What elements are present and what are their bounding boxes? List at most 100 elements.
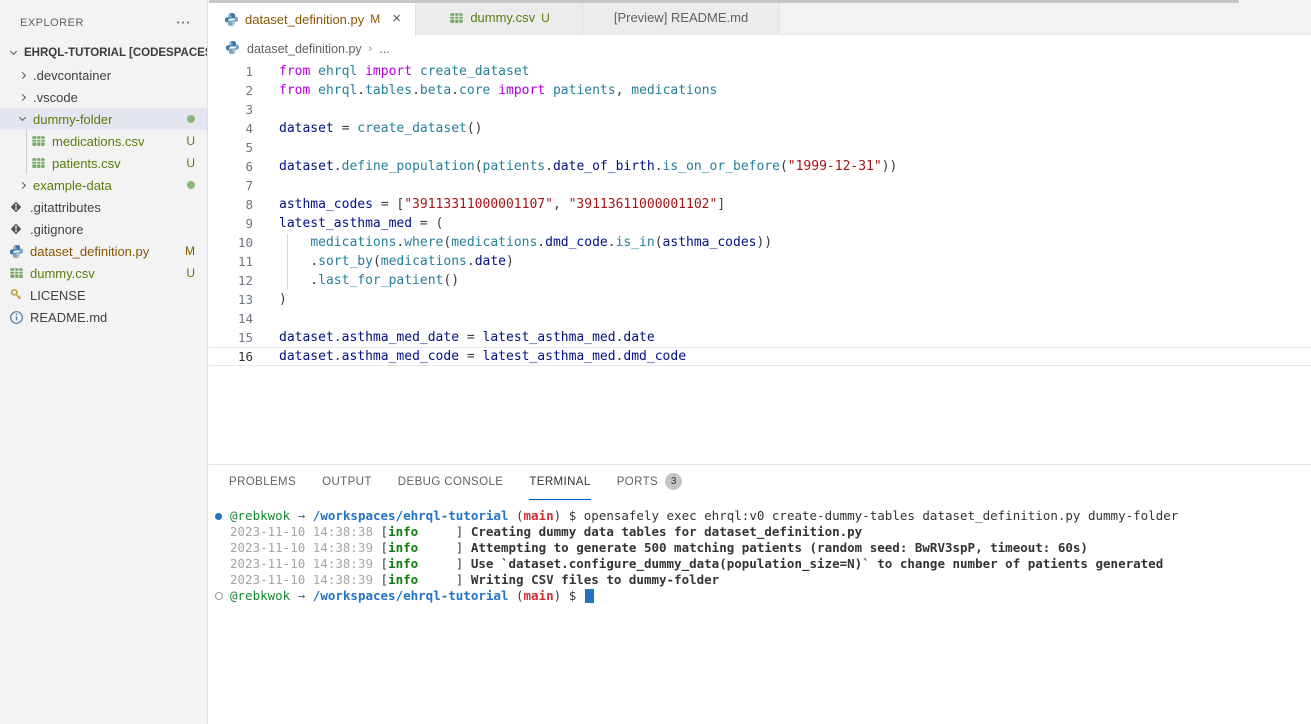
code-editor[interactable]: 1from ehrql import create_dataset2from e… [209, 62, 1311, 464]
line-number: 14 [209, 309, 253, 328]
line-number: 11 [209, 252, 253, 271]
file-tree-item-.vscode[interactable]: .vscode [0, 86, 207, 108]
file-tree-item-dummy.csv[interactable]: dummy.csv U [0, 262, 207, 284]
indent-guide [287, 234, 288, 290]
panel-tab-debug-console[interactable]: DEBUG CONSOLE [398, 465, 504, 500]
file-tree: .devcontainer.vscode dummy-folder medicati… [0, 64, 207, 328]
file-tree-item-.devcontainer[interactable]: .devcontainer [0, 64, 207, 86]
file-tree-item-patients.csv[interactable]: patients.csvU [0, 152, 207, 174]
line-content [253, 138, 279, 157]
license-file-icon [8, 287, 24, 303]
file-name: dummy-folder [33, 112, 112, 127]
line-content: from ehrql.tables.beta.core import patie… [253, 81, 717, 100]
line-content: dataset.asthma_med_code = latest_asthma_… [253, 347, 686, 366]
git-file-icon [8, 199, 24, 215]
git-status-badge: U [186, 266, 195, 280]
line-content: medications.where(medications.dmd_code.i… [253, 233, 772, 252]
line-number: 1 [209, 62, 253, 81]
tab-git-status-badge: U [541, 11, 550, 25]
csv-file-icon [8, 265, 24, 281]
terminal-line: 2023-11-10 14:38:39 [info ] Use `dataset… [215, 556, 1311, 572]
breadcrumb-file[interactable]: dataset_definition.py [247, 42, 362, 56]
line-content [253, 176, 279, 195]
python-file-icon [8, 243, 24, 259]
code-line-15: 15dataset.asthma_med_date = latest_asthm… [209, 328, 1311, 347]
git-changes-dot-badge [187, 115, 195, 123]
breadcrumb[interactable]: dataset_definition.py › ... [209, 36, 1311, 62]
tab-label: [Preview] README.md [614, 10, 748, 25]
git-changes-dot-badge [187, 181, 195, 189]
tab-bar-scrollbar[interactable] [209, 0, 1239, 3]
git-status-badge: U [186, 134, 195, 148]
chevron-right-icon [19, 93, 26, 100]
panel-tab-problems[interactable]: PROBLEMS [229, 465, 296, 500]
file-name: .gitignore [30, 222, 83, 237]
git-badge-column: U [186, 156, 207, 170]
file-tree-item-dummy-folder[interactable]: dummy-folder [0, 108, 207, 130]
file-tree-item-.gitignore[interactable]: .gitignore [0, 218, 207, 240]
panel-tab-label: DEBUG CONSOLE [398, 476, 504, 488]
file-name: example-data [33, 178, 112, 193]
line-number: 10 [209, 233, 253, 252]
line-content: asthma_codes = ["39113311000001107", "39… [253, 195, 725, 214]
breadcrumb-separator-icon: › [369, 43, 373, 55]
panel-tab-label: PORTS [617, 476, 658, 488]
code-line-13: 13) [209, 290, 1311, 309]
git-status-badge: U [186, 156, 195, 170]
git-status-badge: M [185, 244, 195, 258]
file-tree-item-dataset-definition.py[interactable]: dataset_definition.py M [0, 240, 207, 262]
git-badge-column: U [186, 266, 207, 280]
code-line-1: 1from ehrql import create_dataset [209, 62, 1311, 81]
ports-count-badge: 3 [665, 473, 682, 490]
line-content [253, 309, 279, 328]
terminal[interactable]: @rebkwok → /workspaces/ehrql-tutorial (m… [209, 500, 1311, 604]
file-tree-item-readme.md[interactable]: README.md [0, 306, 207, 328]
tab--preview--readme.md[interactable]: [Preview] README.md [583, 0, 780, 35]
breadcrumb-more[interactable]: ... [379, 42, 389, 56]
terminal-line: @rebkwok → /workspaces/ehrql-tutorial (m… [215, 508, 1311, 524]
code-line-10: 10 medications.where(medications.dmd_cod… [209, 233, 1311, 252]
sidebar-explorer: EXPLORER ⋯ EHRQL-TUTORIAL [CODESPACES:..… [0, 0, 208, 724]
more-actions-icon[interactable]: ⋯ [176, 18, 192, 28]
tab-dataset-definition.py[interactable]: dataset_definition.pyM× [209, 0, 416, 36]
git-badge-column [187, 181, 207, 189]
workspace-root-label: EHRQL-TUTORIAL [CODESPACES:... [24, 47, 207, 59]
file-tree-item-medications.csv[interactable]: medications.csvU [0, 130, 207, 152]
csv-file-icon [30, 133, 46, 149]
line-number: 8 [209, 195, 253, 214]
close-tab-icon[interactable]: × [392, 13, 401, 25]
file-tree-item-.gitattributes[interactable]: .gitattributes [0, 196, 207, 218]
line-number: 2 [209, 81, 253, 100]
chevron-down-icon [19, 114, 26, 121]
line-number: 15 [209, 328, 253, 347]
code-line-16: 16dataset.asthma_med_code = latest_asthm… [209, 347, 1311, 366]
python-icon [225, 40, 240, 58]
explorer-header: EXPLORER ⋯ [0, 0, 207, 42]
chevron-right-icon [19, 71, 26, 78]
bottom-panel: PROBLEMS OUTPUT DEBUG CONSOLE TERMINAL PORTS… [209, 464, 1311, 724]
panel-tab-output[interactable]: OUTPUT [322, 465, 372, 500]
line-number: 12 [209, 271, 253, 290]
tabs-container: dataset_definition.pyM×dummy.csvU [Previe… [209, 0, 780, 34]
command-decoration-icon [215, 508, 230, 524]
terminal-line: 2023-11-10 14:38:38 [info ] Creating dum… [215, 524, 1311, 540]
chevron-right-icon [19, 181, 26, 188]
editor-tab-bar: dataset_definition.pyM×dummy.csvU [Previe… [209, 0, 1311, 35]
python-icon [223, 11, 239, 27]
code-line-8: 8asthma_codes = ["39113311000001107", "3… [209, 195, 1311, 214]
tab-dummy.csv[interactable]: dummy.csvU [416, 0, 583, 35]
file-tree-item-example-data[interactable]: example-data [0, 174, 207, 196]
file-tree-item-license[interactable]: LICENSE [0, 284, 207, 306]
panel-tab-terminal[interactable]: TERMINAL [529, 465, 590, 500]
line-number: 7 [209, 176, 253, 195]
code-line-7: 7 [209, 176, 1311, 195]
file-name: dataset_definition.py [30, 244, 149, 259]
workspace-root-folder[interactable]: EHRQL-TUTORIAL [CODESPACES:... [0, 42, 207, 64]
line-number: 13 [209, 290, 253, 309]
terminal-line: 2023-11-10 14:38:39 [info ] Attempting t… [215, 540, 1311, 556]
panel-tab-ports[interactable]: PORTS 3 [617, 465, 682, 500]
code-line-6: 6dataset.define_population(patients.date… [209, 157, 1311, 176]
file-name: dummy.csv [30, 266, 95, 281]
code-line-3: 3 [209, 100, 1311, 119]
line-content: .sort_by(medications.date) [253, 252, 514, 271]
